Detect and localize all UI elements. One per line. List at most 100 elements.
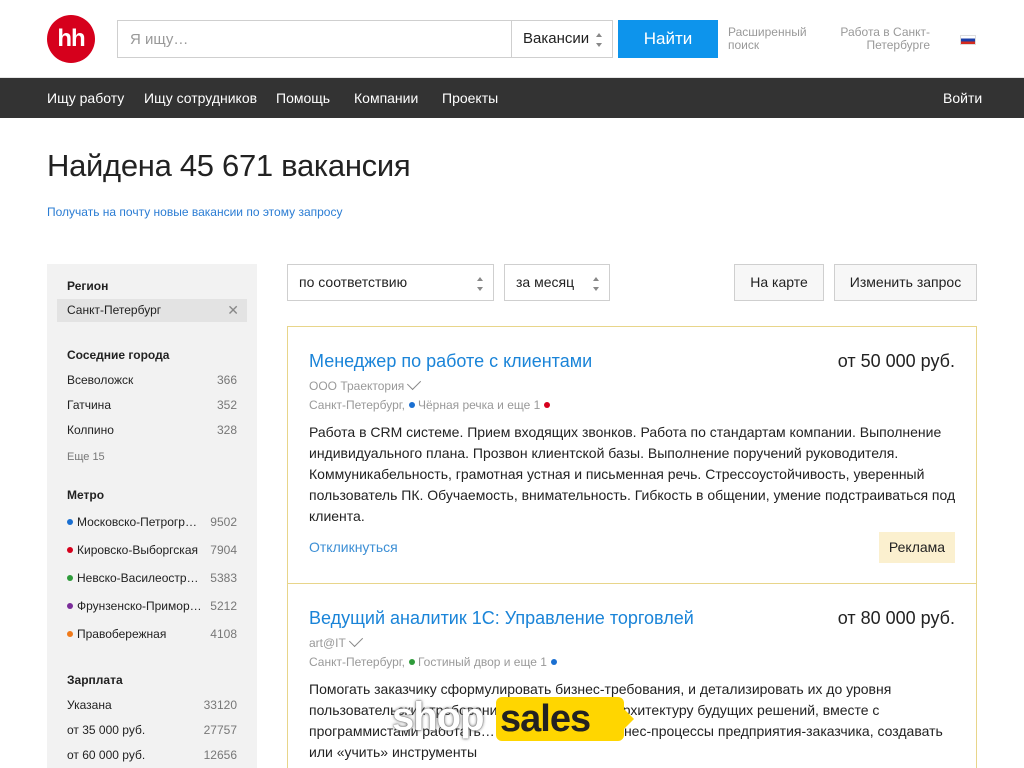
- russian-flag-icon[interactable]: [960, 35, 976, 45]
- page-title: Найдена 45 671 вакансия: [47, 148, 411, 183]
- filter-count: 5383: [210, 571, 237, 585]
- hh-logo[interactable]: hh: [47, 15, 95, 63]
- search-type-select[interactable]: Вакансии: [511, 20, 613, 58]
- filter-count: 328: [216, 423, 237, 437]
- vacancy-card: Менеджер по работе с клиентами от 50 000…: [287, 326, 977, 584]
- filter-label: Колпино: [67, 423, 114, 437]
- filter-count: 12656: [203, 748, 237, 762]
- vacancy-title-link[interactable]: Менеджер по работе с клиентами: [309, 351, 592, 372]
- show-more-link[interactable]: Еще 15: [67, 451, 105, 463]
- watermark-arrow-icon: [622, 707, 634, 731]
- search-button[interactable]: Найти: [618, 20, 718, 58]
- nav-item-job-search[interactable]: Ищу работу: [47, 78, 124, 118]
- select-arrows-icon: [596, 33, 604, 47]
- metro-dot-icon: [67, 631, 73, 637]
- nav-item-companies[interactable]: Компании: [354, 78, 418, 118]
- close-icon[interactable]: ✕: [227, 299, 239, 322]
- filter-count: 27757: [203, 723, 237, 737]
- filter-count: 33120: [203, 698, 237, 712]
- filter-count: 5212: [210, 599, 237, 613]
- ad-badge: Реклама: [879, 532, 955, 563]
- advanced-search-link[interactable]: Расширенный поиск: [728, 26, 818, 52]
- metro-dot-icon: [408, 659, 415, 665]
- sort-value: по соответствию: [299, 274, 408, 290]
- subscribe-link[interactable]: Получать на почту новые вакансии по этом…: [47, 205, 342, 219]
- watermark-sales-text: sales: [496, 697, 624, 741]
- filter-count: 352: [216, 398, 237, 412]
- vacancy-description: Работа в CRM системе. Прием входящих зво…: [309, 424, 956, 524]
- region-link[interactable]: Работа в Санкт-Петербурге: [840, 26, 930, 52]
- filter-label: Фрунзенско-Примор…: [77, 599, 202, 613]
- metro-label: Гостиный двор и еще 1: [417, 655, 547, 669]
- sort-select[interactable]: по соответствию: [287, 264, 494, 301]
- filter-label: Указана: [67, 698, 112, 712]
- filter-label: Невско-Василеостр…: [77, 571, 199, 585]
- top-header: hh Вакансии Найти Расширенный поиск Рабо…: [0, 0, 1024, 78]
- metro-dot-icon: [67, 547, 73, 553]
- nav-item-help[interactable]: Помощь: [276, 78, 330, 118]
- vacancy-company[interactable]: art@IT: [309, 632, 363, 650]
- vacancy-location: Санкт-Петербург, Гостиный двор и еще 1: [309, 655, 560, 669]
- search-input[interactable]: [117, 20, 511, 58]
- metro-heading: Метро: [67, 488, 105, 502]
- nearby-heading: Соседние города: [67, 348, 170, 362]
- region-heading: Регион: [67, 279, 109, 293]
- sidebar-item-metro[interactable]: Правобережная 4108: [67, 626, 237, 642]
- sidebar-item-nearby[interactable]: Гатчина 352: [67, 397, 237, 413]
- filter-label: от 35 000 руб.: [67, 723, 146, 737]
- filter-count: 9502: [210, 515, 237, 529]
- region-chip[interactable]: Санкт-Петербург ✕: [57, 299, 247, 322]
- metro-dot-icon: [67, 603, 73, 609]
- filter-label: Правобережная: [77, 627, 167, 641]
- sidebar-item-metro[interactable]: Московско-Петрогр… 9502: [67, 514, 237, 530]
- select-arrows-icon: [593, 277, 601, 291]
- map-button[interactable]: На карте: [734, 264, 824, 301]
- watermark-shop-text: shop: [392, 695, 485, 739]
- nav-item-projects[interactable]: Проекты: [442, 78, 498, 118]
- vacancy-salary: от 80 000 руб.: [837, 608, 955, 628]
- nav-item-employers[interactable]: Ищу сотрудников: [144, 78, 257, 118]
- region-chip-label: Санкт-Петербург: [67, 303, 162, 317]
- sidebar-item-salary[interactable]: Указана 33120: [67, 697, 237, 713]
- respond-link[interactable]: Откликнуться: [309, 539, 398, 555]
- vacancy-location: Санкт-Петербург, Чёрная речка и еще 1: [309, 398, 553, 412]
- vacancy-title-link[interactable]: Ведущий аналитик 1С: Управление торговле…: [309, 608, 694, 629]
- edit-query-button[interactable]: Изменить запрос: [834, 264, 977, 301]
- filter-label: Московско-Петрогр…: [77, 515, 197, 529]
- metro-dot-icon: [550, 659, 557, 665]
- company-name: art@IT: [309, 636, 346, 650]
- city-label: Санкт-Петербург,: [309, 398, 405, 412]
- metro-dot-icon: [67, 575, 73, 581]
- sidebar-item-metro[interactable]: Невско-Василеостр… 5383: [67, 570, 237, 586]
- sidebar-item-salary[interactable]: от 60 000 руб. 12656: [67, 747, 237, 763]
- main-nav: Ищу работу Ищу сотрудников Помощь Компан…: [0, 78, 1024, 118]
- city-label: Санкт-Петербург,: [309, 655, 405, 669]
- filter-count: 4108: [210, 627, 237, 641]
- metro-label: Чёрная речка и еще 1: [417, 398, 541, 412]
- metro-dot-icon: [408, 402, 415, 408]
- sidebar-item-salary[interactable]: от 35 000 руб. 27757: [67, 722, 237, 738]
- filter-label: от 60 000 руб.: [67, 748, 146, 762]
- metro-dot-icon: [544, 402, 551, 408]
- login-link[interactable]: Войти: [943, 78, 982, 118]
- select-arrows-icon: [477, 277, 485, 291]
- filters-sidebar: Регион Санкт-Петербург ✕ Соседние города…: [47, 264, 257, 768]
- period-select[interactable]: за месяц: [504, 264, 610, 301]
- period-value: за месяц: [516, 274, 575, 290]
- vacancy-salary: от 50 000 руб.: [837, 351, 955, 371]
- vacancy-card: Ведущий аналитик 1С: Управление торговле…: [287, 583, 977, 768]
- sidebar-item-metro[interactable]: Фрунзенско-Примор… 5212: [67, 598, 237, 614]
- search-type-value: Вакансии: [523, 30, 590, 47]
- sidebar-item-nearby[interactable]: Колпино 328: [67, 422, 237, 438]
- filter-count: 366: [216, 373, 237, 387]
- sidebar-item-nearby[interactable]: Всеволожск 366: [67, 372, 237, 388]
- salary-heading: Зарплата: [67, 673, 123, 687]
- vacancy-company[interactable]: ООО Траектория: [309, 375, 422, 393]
- filter-label: Гатчина: [67, 398, 111, 412]
- filter-count: 7904: [210, 543, 237, 557]
- company-name: ООО Траектория: [309, 379, 405, 393]
- verified-check-icon: [348, 632, 363, 648]
- sidebar-item-metro[interactable]: Кировско-Выборгская 7904: [67, 542, 237, 558]
- filter-label: Всеволожск: [67, 373, 134, 387]
- filter-label: Кировско-Выборгская: [77, 543, 198, 557]
